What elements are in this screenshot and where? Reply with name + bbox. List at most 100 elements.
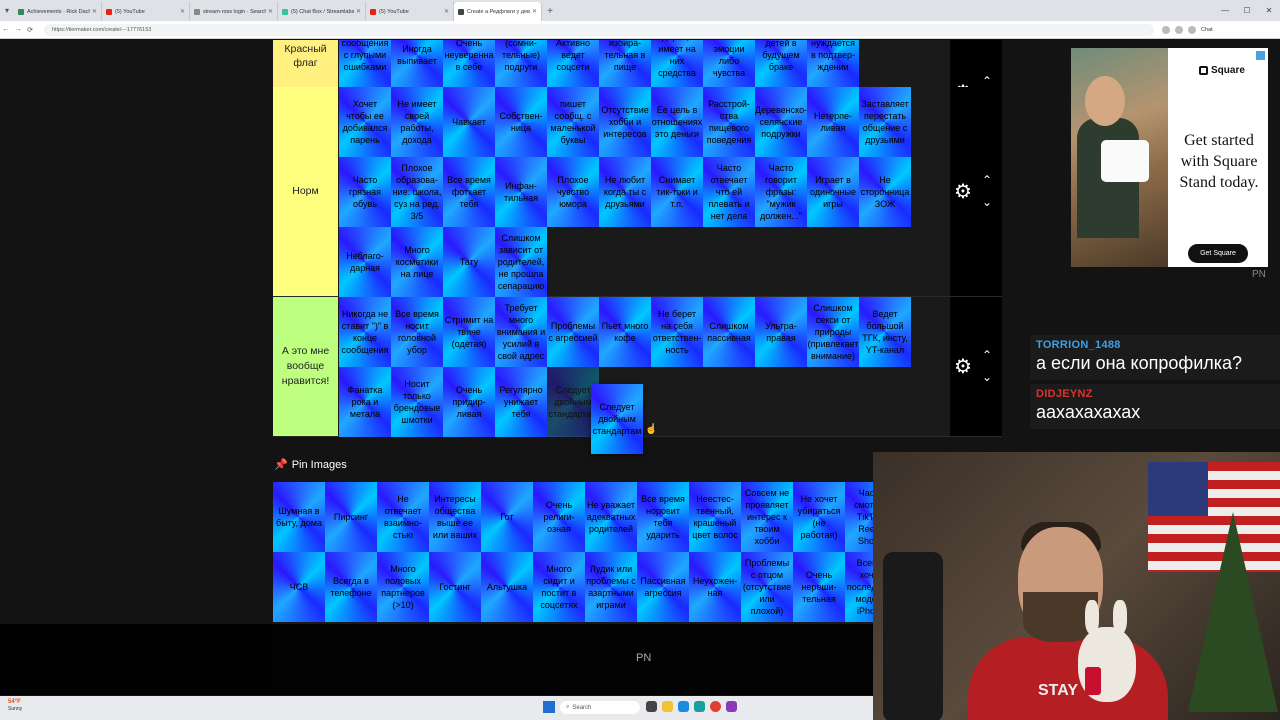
chevron-up-icon[interactable]: ⌃: [980, 75, 994, 87]
pool-item[interactable]: Гот: [481, 482, 533, 552]
tier-label[interactable]: Норм: [273, 87, 338, 296]
forward-icon[interactable]: →: [12, 26, 24, 33]
tab-search-icon[interactable]: ▾: [0, 0, 14, 21]
tier-item[interactable]: Расстрой-ства пищевого поведения: [703, 87, 755, 157]
minimize-icon[interactable]: —: [1214, 0, 1236, 21]
tier-item[interactable]: Часто грязная обувь: [339, 157, 391, 227]
tier-item[interactable]: Собствен-ница: [495, 87, 547, 157]
browser-tab[interactable]: (5) Chat Box / Streamlabs ✕: [278, 2, 366, 21]
tier-item[interactable]: Плохое образова-ние: школа, суз на ред. …: [391, 157, 443, 227]
chevron-up-icon[interactable]: ⌃: [980, 174, 994, 186]
tier-item[interactable]: детей в будущем браке: [755, 40, 807, 90]
tier-item[interactable]: Все время носит головной убор: [391, 297, 443, 367]
extension-icon[interactable]: [1175, 25, 1183, 34]
pool-item[interactable]: Проблемы с отцом (отсутствие или плохой): [741, 552, 793, 622]
tier-item[interactable]: Очень придир-ливая: [443, 367, 495, 437]
tier-item[interactable]: Плохое чувство юмора: [547, 157, 599, 227]
extension-icon[interactable]: [1162, 25, 1170, 34]
square-advertisement[interactable]: Square Get started with Square Stand tod…: [1071, 48, 1268, 267]
profile-avatar[interactable]: [1188, 25, 1196, 34]
tier-item[interactable]: (сомни-тельные) подруги: [495, 40, 547, 90]
tab-close-icon[interactable]: ✕: [444, 8, 449, 15]
chat-label[interactable]: Chat: [1201, 27, 1213, 33]
tier-item[interactable]: Деревенско-селянские подружки: [755, 87, 807, 157]
pool-item[interactable]: Гостинг: [429, 552, 481, 622]
tier-item[interactable]: Не имеет своей работы, дохода: [391, 87, 443, 157]
tier-item[interactable]: Часто отвечает что ей плевать и нет дела: [703, 157, 755, 227]
tab-close-icon[interactable]: ✕: [356, 8, 361, 15]
tier-item[interactable]: Носит только брендовые шмотки: [391, 367, 443, 437]
tier-item[interactable]: Тату: [443, 227, 495, 297]
pool-item[interactable]: Пассивная агрессия: [637, 552, 689, 622]
browser-tab[interactable]: (5) YouTube ✕: [366, 2, 454, 21]
tier-item[interactable]: Ультра-правая: [755, 297, 807, 367]
pool-item[interactable]: Очень нереши-тельная: [793, 552, 845, 622]
pool-item[interactable]: Все время норовит тебя ударить: [637, 482, 689, 552]
tier-item[interactable]: Инфан-тильная: [495, 157, 547, 227]
weather-widget[interactable]: 54°F Sunny: [8, 699, 22, 713]
tier-item[interactable]: Не берет на себя ответствен-ность: [651, 297, 703, 367]
pool-item[interactable]: Много половых партнеров (>10): [377, 552, 429, 622]
gear-icon[interactable]: ⚙: [954, 182, 974, 202]
tier-item[interactable]: Очень неуверенна в себе: [443, 40, 495, 90]
tier-item[interactable]: Играет в одиночные игры: [807, 157, 859, 227]
back-icon[interactable]: ←: [0, 26, 12, 33]
close-window-icon[interactable]: ✕: [1258, 0, 1280, 21]
pool-item[interactable]: Совсем не проявляет интерес к твоим хобб…: [741, 482, 793, 552]
tier-item[interactable]: Все время фоткает тебя: [443, 157, 495, 227]
pool-item[interactable]: Неестес-твенный, крашеный цвет волос: [689, 482, 741, 552]
tier-item[interactable]: Слишком секси от природы (привлекает вни…: [807, 297, 859, 367]
url-input[interactable]: https://tiermaker.com/create/---17776153: [44, 23, 1154, 36]
pool-item[interactable]: ЧСВ: [273, 552, 325, 622]
dragged-tier-item[interactable]: Следует двойным стандартам: [591, 384, 643, 454]
tier-item[interactable]: вает свои эмоции либо чувства: [703, 40, 755, 90]
chevron-down-icon[interactable]: ⌄: [980, 196, 994, 208]
tier-item[interactable]: Активно ведет соцсети: [547, 40, 599, 90]
pool-item[interactable]: Много сидит и постит в соцсетях: [533, 552, 585, 622]
ad-cta-button[interactable]: Get Square: [1188, 244, 1248, 263]
tier-item[interactable]: Пьет много кофе: [599, 297, 651, 367]
tier-item[interactable]: Ведет большой ТГК, инсту, YT-канал: [859, 297, 911, 367]
tier-item[interactable]: Не любит когда ты с друзьями: [599, 157, 651, 227]
tier-label[interactable]: А это мне вообще нравится!: [273, 297, 338, 436]
pool-item[interactable]: Всегда в телефоне: [325, 552, 377, 622]
tier-item[interactable]: Фанатка рока и метала: [339, 367, 391, 437]
tab-close-icon[interactable]: ✕: [268, 8, 273, 15]
tier-item[interactable]: сообщения с глупыми ошибками: [339, 40, 391, 90]
tier-item[interactable]: Много косметики на лице: [391, 227, 443, 297]
pool-item[interactable]: Неухожен-ная: [689, 552, 741, 622]
tier-item[interactable]: избира-тельная в пище: [599, 40, 651, 90]
tab-close-icon[interactable]: ✕: [92, 8, 97, 15]
tier-item[interactable]: Чавкает: [443, 87, 495, 157]
pool-item[interactable]: Лудик или проблемы с азартными играми: [585, 552, 637, 622]
app-icon[interactable]: [726, 701, 737, 712]
edge-icon[interactable]: [678, 701, 689, 712]
tier-item[interactable]: Заставляет перестать общение с друзьями: [859, 87, 911, 157]
tier-item[interactable]: Регулярно унижает тебя: [495, 367, 547, 437]
tier-item[interactable]: Хочет чтобы ее добивался парень: [339, 87, 391, 157]
tier-label[interactable]: Красный флаг: [273, 40, 338, 89]
browser-tab[interactable]: stream·ross login · Search ✕: [190, 2, 278, 21]
tab-close-icon[interactable]: ✕: [532, 8, 537, 15]
tier-item[interactable]: Отсутствие хобби и интересов: [599, 87, 651, 157]
task-view-icon[interactable]: [646, 701, 657, 712]
browser-tab[interactable]: Create a Редфлаги у девушек Ti...✕: [454, 2, 542, 21]
windows-start-icon[interactable]: [543, 701, 555, 713]
pool-item[interactable]: Не отвечает взаимно-стью: [377, 482, 429, 552]
maximize-icon[interactable]: ☐: [1236, 0, 1258, 21]
file-explorer-icon[interactable]: [662, 701, 673, 712]
gear-icon[interactable]: ⚙: [954, 357, 974, 377]
pool-item[interactable]: Не уважает адекватных родителей: [585, 482, 637, 552]
new-tab-button[interactable]: +: [542, 2, 558, 21]
reload-icon[interactable]: ⟳: [24, 26, 36, 34]
tier-item[interactable]: нуждается в подтвер-ждении: [807, 40, 859, 90]
tier-item[interactable]: пишет сообщ. с маленькой буквы: [547, 87, 599, 157]
chevron-up-icon[interactable]: ⌃: [980, 349, 994, 361]
tier-item[interactable]: Слишком зависит от родителей, не прошла …: [495, 227, 547, 297]
tier-item[interactable]: Стримит на твиче (одетая): [443, 297, 495, 367]
tier-item[interactable]: Нетерпе-ливая: [807, 87, 859, 157]
taskbar-search[interactable]: ⌕ Search: [560, 701, 640, 714]
browser-tab[interactable]: (5) YouTube ✕: [102, 2, 190, 21]
tier-item[interactable]: подарки, но имеет на них средства: [651, 40, 703, 90]
tier-item[interactable]: Никогда не ставит ")" в конце сообщения: [339, 297, 391, 367]
